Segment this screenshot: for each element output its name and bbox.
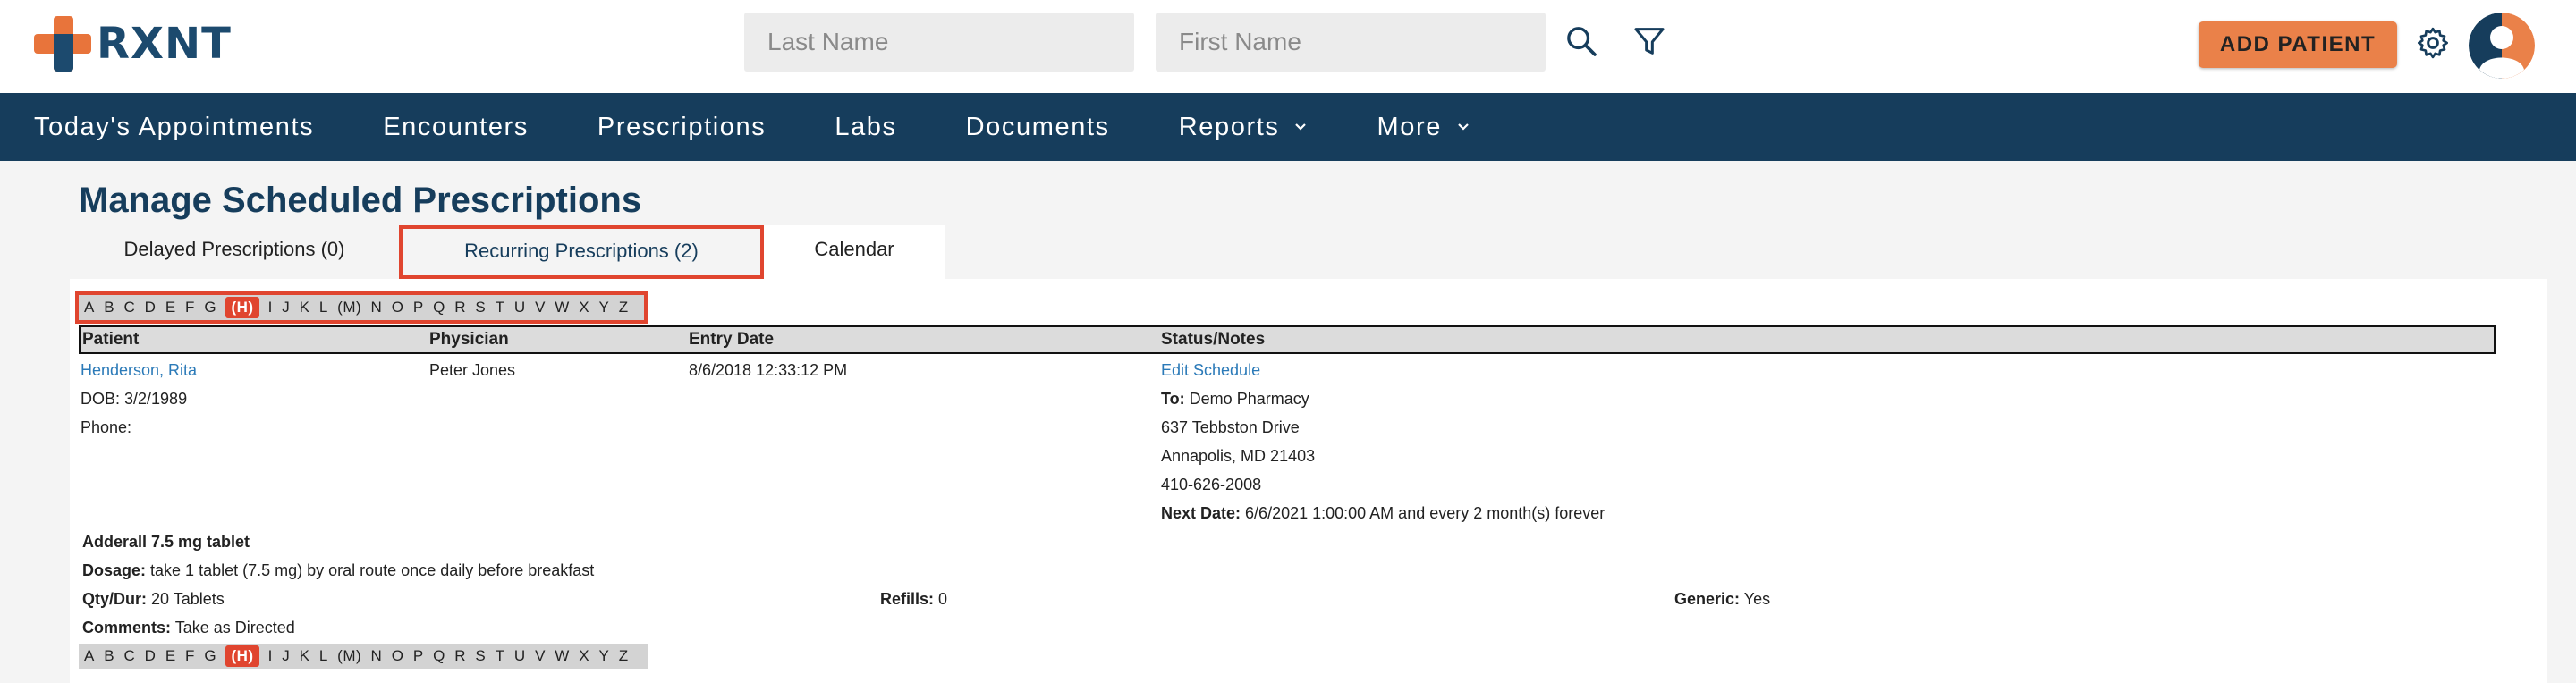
alphabet-letter-f[interactable]: F bbox=[185, 647, 195, 665]
alphabet-letter-t[interactable]: T bbox=[496, 647, 505, 665]
alphabet-letter-u[interactable]: U bbox=[514, 647, 526, 665]
tab-calendar[interactable]: Calendar bbox=[764, 225, 945, 279]
column-header-patient: Patient bbox=[82, 330, 140, 349]
dosage: Dosage: take 1 tablet (7.5 mg) by oral r… bbox=[82, 561, 595, 579]
entry-date: 8/6/2018 12:33:12 PM bbox=[689, 361, 848, 379]
alphabet-letter-i[interactable]: I bbox=[268, 647, 273, 665]
alphabet-filter-bottom: A B C D E F G (H) I J K L (M) N O P Q R S T U V W X Y Z bbox=[79, 644, 648, 669]
tab-bar: Delayed Prescriptions (0) Recurring Pres… bbox=[70, 225, 945, 279]
next-date: Next Date: 6/6/2021 1:00:00 AM and every… bbox=[1161, 504, 1606, 522]
alphabet-letter-s[interactable]: S bbox=[475, 647, 486, 665]
add-patient-button[interactable]: ADD PATIENT bbox=[2199, 21, 2397, 68]
physician-name: Peter Jones bbox=[429, 361, 516, 379]
main-nav: Today's Appointments Encounters Prescrip… bbox=[0, 93, 2576, 161]
alphabet-letter-g[interactable]: G bbox=[204, 647, 216, 665]
alphabet-letter-j[interactable]: J bbox=[282, 647, 290, 665]
nav-documents[interactable]: Documents bbox=[966, 113, 1110, 142]
alphabet-letter-k[interactable]: K bbox=[300, 647, 310, 665]
rxnt-logo[interactable]: RXNT bbox=[34, 16, 232, 72]
alphabet-letter-v[interactable]: V bbox=[535, 647, 546, 665]
alphabet-letter-h[interactable]: (H) bbox=[225, 645, 259, 667]
edit-schedule-link[interactable]: Edit Schedule bbox=[1161, 361, 1260, 380]
pharmacy-to: To: Demo Pharmacy bbox=[1161, 390, 1309, 408]
pharmacy-address-line1: 637 Tebbston Drive bbox=[1161, 418, 1300, 436]
logo-cross-icon bbox=[34, 16, 91, 72]
nav-reports[interactable]: Reports bbox=[1179, 113, 1309, 142]
nav-encounters[interactable]: Encounters bbox=[383, 113, 529, 142]
alphabet-letter-x[interactable]: X bbox=[579, 647, 589, 665]
column-header-status-notes: Status/Notes bbox=[1161, 330, 1266, 349]
patient-phone: Phone: bbox=[80, 418, 132, 436]
first-name-input[interactable] bbox=[1156, 13, 1546, 72]
alphabet-letter-z[interactable]: Z bbox=[619, 647, 629, 665]
pharmacy-address-line2: Annapolis, MD 21403 bbox=[1161, 447, 1316, 465]
logo-text: RXNT bbox=[97, 19, 232, 69]
alphabet-letter-d[interactable]: D bbox=[145, 647, 157, 665]
alphabet-letter-l[interactable]: L bbox=[319, 647, 328, 665]
user-avatar-icon bbox=[2469, 13, 2535, 79]
filter-icon[interactable] bbox=[1631, 23, 1667, 59]
nav-todays-appointments[interactable]: Today's Appointments bbox=[34, 113, 314, 142]
column-header-physician: Physician bbox=[429, 330, 509, 349]
last-name-input[interactable] bbox=[744, 13, 1134, 72]
alphabet-letter-a[interactable]: A bbox=[84, 647, 95, 665]
table-header: Patient Physician Entry Date Status/Note… bbox=[79, 325, 2496, 354]
page-title: Manage Scheduled Prescriptions bbox=[79, 181, 642, 220]
pharmacy-phone: 410-626-2008 bbox=[1161, 476, 1262, 493]
nav-more[interactable]: More bbox=[1377, 113, 1470, 142]
alphabet-letter-y[interactable]: Y bbox=[598, 647, 609, 665]
alphabet-letter-n[interactable]: N bbox=[371, 647, 383, 665]
alphabet-letter-r[interactable]: R bbox=[454, 647, 466, 665]
chevron-down-icon bbox=[1295, 123, 1307, 131]
generic: Generic: Yes bbox=[1674, 590, 1771, 608]
comments: Comments: Take as Directed bbox=[82, 619, 295, 637]
column-header-entry-date: Entry Date bbox=[689, 330, 775, 349]
patient-name-link[interactable]: Henderson, Rita bbox=[80, 361, 197, 380]
alphabet-letter-b[interactable]: B bbox=[104, 647, 114, 665]
nav-prescriptions[interactable]: Prescriptions bbox=[597, 113, 766, 142]
alphabet-letter-p[interactable]: P bbox=[413, 647, 424, 665]
patient-dob: DOB: 3/2/1989 bbox=[80, 390, 188, 408]
alphabet-letter-q[interactable]: Q bbox=[433, 647, 445, 665]
alphabet-letter-w[interactable]: W bbox=[555, 647, 570, 665]
refills: Refills: 0 bbox=[880, 590, 948, 608]
nav-labs[interactable]: Labs bbox=[835, 113, 896, 142]
alphabet-letter-c[interactable]: C bbox=[123, 647, 135, 665]
alphabet-letter-e[interactable]: E bbox=[165, 647, 176, 665]
qty-duration: Qty/Dur: 20 Tablets bbox=[82, 590, 225, 608]
chevron-down-icon bbox=[1458, 123, 1469, 131]
alphabet-highlight-box bbox=[75, 291, 648, 324]
drug-name: Adderall 7.5 mg tablet bbox=[82, 533, 250, 551]
gear-icon[interactable] bbox=[2415, 25, 2451, 61]
user-avatar[interactable] bbox=[2469, 13, 2535, 79]
tab-delayed-prescriptions[interactable]: Delayed Prescriptions (0) bbox=[70, 225, 399, 279]
alphabet-letter-o[interactable]: O bbox=[392, 647, 404, 665]
app-header: RXNT ADD PATIENT bbox=[0, 0, 2576, 93]
tab-recurring-prescriptions[interactable]: Recurring Prescriptions (2) bbox=[399, 225, 764, 279]
alphabet-letter-m[interactable]: (M) bbox=[337, 647, 361, 665]
search-icon[interactable] bbox=[1563, 23, 1599, 59]
